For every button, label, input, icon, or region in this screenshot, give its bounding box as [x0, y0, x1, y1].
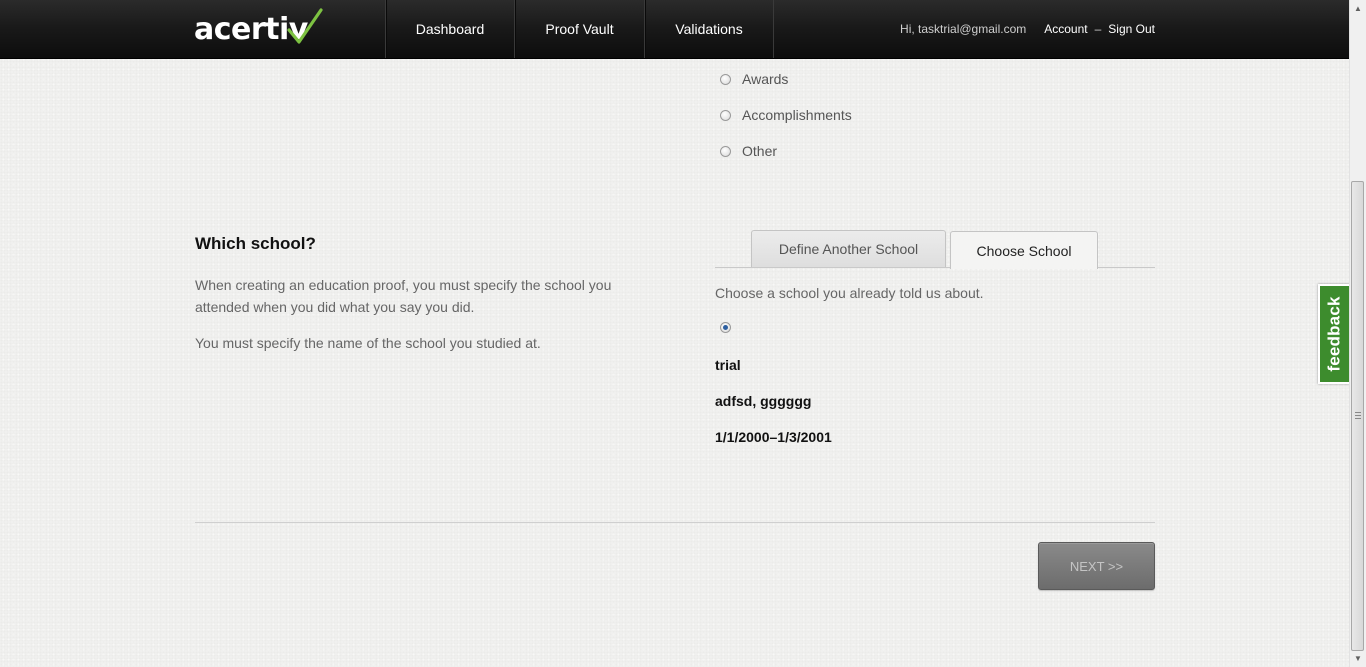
nav-validations[interactable]: Validations: [644, 0, 774, 58]
nav-dashboard[interactable]: Dashboard: [385, 0, 514, 58]
acertiv-logo[interactable]: acertiv: [194, 8, 323, 48]
section-divider: [195, 522, 1155, 523]
main-nav: Dashboard Proof Vault Validations: [385, 0, 774, 58]
nav-proof-vault[interactable]: Proof Vault: [514, 0, 644, 58]
school-select-radio[interactable]: [720, 322, 731, 333]
sign-out-link[interactable]: Sign Out: [1108, 22, 1155, 36]
other-label: Other: [742, 143, 778, 159]
link-separator: –: [1094, 22, 1102, 36]
option-other[interactable]: Other: [720, 143, 777, 159]
scroll-grip-icon: [1355, 412, 1361, 419]
scroll-up-arrow-icon[interactable]: ▲: [1350, 0, 1366, 17]
next-button[interactable]: NEXT >>: [1038, 542, 1155, 590]
account-link[interactable]: Account: [1044, 22, 1087, 36]
page-scrollbar[interactable]: ▲ ▼: [1349, 0, 1366, 667]
option-accomplishments[interactable]: Accomplishments: [720, 107, 852, 123]
tab-choose-school[interactable]: Choose School: [950, 231, 1098, 269]
school-name: trial: [715, 357, 741, 373]
awards-radio[interactable]: [720, 73, 731, 85]
scroll-thumb[interactable]: [1351, 181, 1364, 651]
feedback-tab[interactable]: feedback: [1318, 284, 1350, 384]
school-location: adfsd, gggggg: [715, 393, 812, 409]
top-navigation-bar: acertiv Dashboard Proof Vault Validation…: [0, 0, 1349, 59]
section-requirement: You must specify the name of the school …: [195, 335, 541, 351]
checkmark-icon: [287, 8, 323, 44]
other-radio[interactable]: [720, 145, 731, 157]
section-description: When creating an education proof, you mu…: [195, 277, 612, 315]
section-title: Which school?: [195, 234, 316, 253]
tab-define-another-school[interactable]: Define Another School: [751, 230, 946, 267]
choose-school-prompt: Choose a school you already told us abou…: [715, 285, 984, 301]
user-area: Hi, tasktrial@gmail.com Account – Sign O…: [900, 0, 1155, 58]
school-dates: 1/1/2000–1/3/2001: [715, 429, 832, 445]
user-greeting: Hi, tasktrial@gmail.com: [900, 22, 1027, 36]
option-awards[interactable]: Awards: [720, 71, 788, 87]
accomplishments-label: Accomplishments: [742, 107, 852, 123]
accomplishments-radio[interactable]: [720, 109, 731, 121]
awards-label: Awards: [742, 71, 789, 87]
feedback-label: feedback: [1325, 296, 1344, 372]
scroll-down-arrow-icon[interactable]: ▼: [1350, 650, 1366, 667]
